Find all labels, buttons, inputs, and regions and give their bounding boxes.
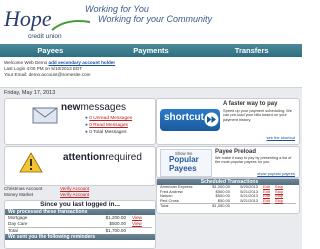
bullet-icon: ● [85,130,88,135]
fast-forward-icon [204,112,219,127]
bullet-icon: ● [85,116,88,121]
payee-preload-description: We make it easy to pay by presenting a l… [215,156,292,165]
shortcut-card: shortcut A faster way to pay Speed up yo… [156,98,300,145]
popular-text: Popular [169,155,199,164]
attention-title-bold: attention [63,152,106,163]
amount: $500.00 [109,221,126,226]
welcome-line: Welcome Web Demo add secondary account h… [4,60,115,65]
unread-messages-text: 0 Unread Messages [89,116,133,121]
last-login: Last Login 4:00 PM on 5/10/2013 EDT [4,66,83,71]
current-date: Friday, May 17, 2013 [4,90,56,96]
show-popular-payees-link[interactable]: show popular payees [257,171,295,176]
messages-title-suffix: messages [80,102,127,113]
payees-text: Payees [169,164,197,173]
shortcut-label: shortcut [164,112,204,123]
total-row: Total $1,700.00 [8,227,152,234]
attention-title-rest: required [105,152,142,163]
reminders-header: We sent you the following reminders [5,234,155,240]
user-email: Your Email: demo.account@somesite.com [4,72,91,77]
total-amount: $1,050.00 [212,203,230,209]
brand-logo[interactable]: Hope [4,6,52,32]
read-messages-link[interactable]: ● 0 Read Messages [85,123,128,128]
payee-name: Day Care [8,221,28,226]
add-account-holder-link[interactable]: add secondary account holder [49,60,116,65]
messages-title: newmessages [61,102,126,113]
tagline-2: Working for your Community [98,14,213,24]
verify-accounts-list: Christmas Account Verify Account Money M… [4,186,154,198]
verify-account-link[interactable]: Verify Account [60,192,89,198]
nav-tab-transfers[interactable]: Transfers [201,44,302,57]
messages-card: newmessages ● 0 Unread Messages ● 0 Read… [4,98,156,145]
total-messages-text: 0 Total Messages [89,130,127,135]
total-row: Total $1,050.00 [160,203,296,209]
processed-transactions-table: Mortgage $1,200.00 View Day Care $500.00… [5,215,155,234]
account-name: Money Market [4,192,34,197]
account-row: Money Market Verify Account [4,192,154,198]
brand-subtitle: credit union [28,33,62,40]
see-shortcut-link[interactable]: see the shortcut [267,135,295,140]
welcome-text: Welcome Web Demo [4,60,48,65]
nav-tab-payments[interactable]: Payments [101,44,202,57]
tagline-1: Working for You [85,4,149,14]
edit-link[interactable]: Edit [263,198,270,204]
attention-title: attentionrequired [63,152,142,163]
envelope-icon [32,107,58,124]
view-link[interactable]: View [132,221,142,227]
since-last-login-title: Since you last logged in... [40,201,120,208]
since-last-login-card: Since you last logged in... We processed… [4,200,156,249]
attention-card: attentionrequired [4,146,156,186]
show-popular-payees-banner[interactable]: Show me Popular Payees [160,149,212,177]
unread-messages-link[interactable]: ● 0 Unread Messages [85,116,132,121]
bullet-icon: ● [85,123,88,128]
main-nav: Payees Payments Transfers [0,44,302,57]
scheduled-date: 5/21/2013 [240,197,258,203]
nav-tab-payees[interactable]: Payees [0,44,101,57]
shortcut-description: Speed up your payment scheduling. We can… [223,108,292,122]
read-messages-text: 0 Read Messages [89,123,128,128]
shortcut-title: A faster way to pay [223,101,278,107]
total-label: Total [160,203,169,209]
payee-preload-title: Payee Preload [215,149,257,155]
total-messages: ● 0 Total Messages [85,130,127,135]
scheduled-transactions-table: American Express $1,000.00 5/20/2013 Edit St… [157,184,299,209]
scheduled-transactions-card: Scheduled Transactions American Express $… [156,178,300,214]
shortcut-button[interactable]: shortcut [160,109,220,131]
stop-link[interactable]: Stop [275,198,283,204]
warning-icon [19,152,43,173]
logo-swoosh-icon [51,20,91,31]
popular-payees-card: Show me Popular Payees Payee Preload We … [156,146,300,178]
messages-title-prefix: new [61,102,81,113]
